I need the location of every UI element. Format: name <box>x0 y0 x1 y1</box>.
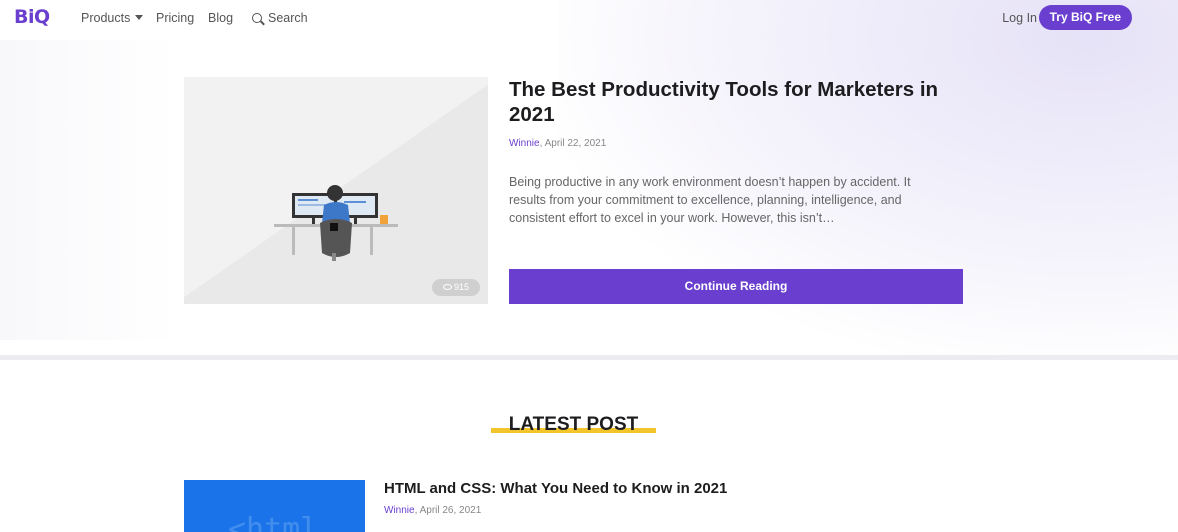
continue-reading-button[interactable]: Continue Reading <box>509 269 963 304</box>
eye-icon <box>442 284 452 290</box>
try-free-button[interactable]: Try BiQ Free <box>1038 5 1132 30</box>
nav-search[interactable]: Search <box>252 11 308 25</box>
latest-author-link[interactable]: Winnie <box>384 505 415 516</box>
biq-logo[interactable]: BiQ <box>14 6 50 28</box>
latest-post-meta: Winnie, April 26, 2021 <box>384 505 481 516</box>
latest-post-heading: LATEST POST <box>491 414 656 438</box>
featured-post-date: , April 22, 2021 <box>539 138 607 149</box>
html-thumb-graphic: <html <box>228 512 319 532</box>
nav-blog[interactable]: Blog <box>208 11 233 25</box>
chevron-down-icon <box>135 15 144 20</box>
latest-post-title[interactable]: HTML and CSS: What You Need to Know in 2… <box>384 480 727 497</box>
top-navigation: BiQ Products Pricing Blog Search Log In … <box>0 0 1178 36</box>
featured-post-title[interactable]: The Best Productivity Tools for Marketer… <box>509 77 959 127</box>
nav-products[interactable]: Products <box>81 11 144 25</box>
latest-post-image[interactable]: <html <box>184 480 365 532</box>
section-divider <box>0 355 1178 360</box>
latest-post-date: , April 26, 2021 <box>414 505 482 516</box>
view-count-badge: 915 <box>432 279 480 296</box>
latest-post-heading-text: LATEST POST <box>508 414 639 435</box>
login-link[interactable]: Log In <box>1002 11 1037 25</box>
nav-products-label: Products <box>81 11 131 25</box>
nav-pricing[interactable]: Pricing <box>156 11 194 25</box>
desk-illustration <box>274 185 398 261</box>
search-icon <box>252 13 262 23</box>
featured-post-meta: Winnie, April 22, 2021 <box>509 138 606 149</box>
featured-post-excerpt: Being productive in any work environment… <box>509 175 911 225</box>
featured-author-link[interactable]: Winnie <box>509 138 540 149</box>
nav-search-label: Search <box>268 11 308 25</box>
featured-post-image[interactable]: 915 <box>184 77 488 304</box>
view-count: 915 <box>453 282 470 292</box>
background-left-shade <box>0 40 180 340</box>
